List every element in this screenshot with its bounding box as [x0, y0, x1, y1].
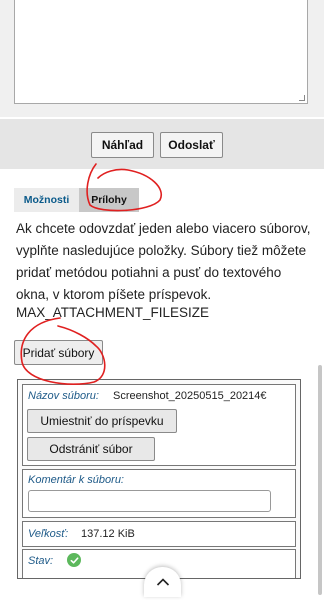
- submit-button[interactable]: Odoslať: [160, 132, 223, 158]
- attachments-info-text: Ak chcete odovzdať jeden alebo viacero s…: [16, 221, 311, 302]
- attachment-file-row: Názov súboru: Screenshot_20250515_20214€…: [22, 384, 296, 466]
- check-circle-icon: [67, 553, 81, 567]
- file-size-label: Veľkosť:: [28, 528, 69, 540]
- preview-button[interactable]: Náhľad: [91, 132, 154, 158]
- file-comment-label: Komentár k súboru:: [28, 474, 124, 486]
- file-name-label: Názov súboru:: [28, 390, 99, 402]
- tab-options[interactable]: Možnosti: [14, 188, 79, 212]
- attachment-list: Názov súboru: Screenshot_20250515_20214€…: [17, 379, 301, 579]
- resize-grip-icon[interactable]: [299, 95, 305, 101]
- file-comment-input[interactable]: [28, 490, 271, 512]
- attachment-size-row: Veľkosť: 137.12 KiB: [22, 521, 296, 547]
- scroll-to-top-button[interactable]: [144, 567, 181, 597]
- file-state-label: Stav:: [28, 555, 54, 567]
- chevron-up-icon: [156, 578, 169, 586]
- file-name-value: Screenshot_20250515_20214€: [113, 390, 267, 402]
- attachment-comment-row: Komentár k súboru:: [22, 469, 296, 518]
- file-size-value: 137.12 KiB: [81, 528, 135, 540]
- max-filesize-label: MAX_ATTACHMENT_FILESIZE: [16, 305, 210, 320]
- tab-attachments[interactable]: Prílohy: [79, 188, 139, 212]
- insert-into-post-button[interactable]: Umiestniť do príspevku: [27, 409, 177, 433]
- message-textarea[interactable]: [14, 0, 308, 104]
- panel-tabs: Možnosti Prílohy: [14, 188, 139, 212]
- page-scrollbar[interactable]: [318, 365, 322, 595]
- editor-panel: [0, 0, 324, 117]
- remove-file-button[interactable]: Odstrániť súbor: [27, 437, 155, 461]
- add-files-button[interactable]: Pridať súbory: [14, 340, 103, 365]
